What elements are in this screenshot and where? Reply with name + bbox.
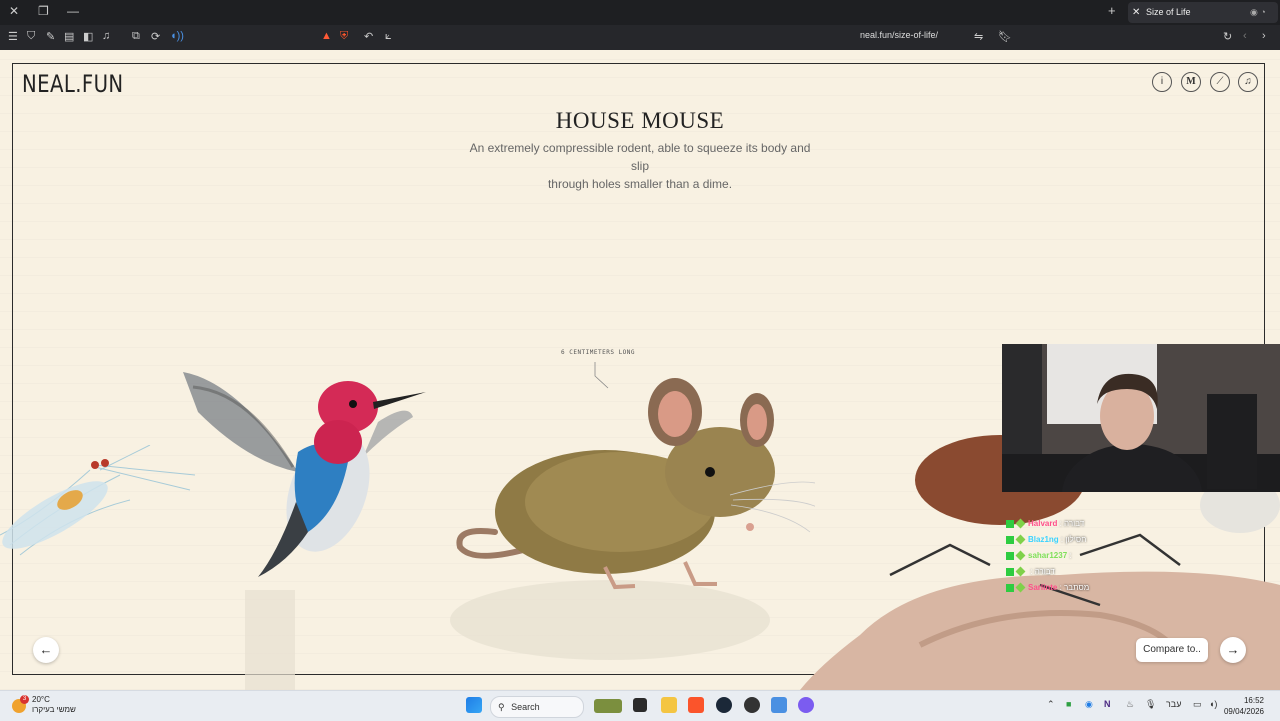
brave-rewards-icon[interactable]: ▲ (321, 30, 332, 42)
description-line-1: An extremely compressible rodent, able t… (469, 141, 811, 173)
medium-icon[interactable]: M (1181, 72, 1201, 92)
weather-desc: שמשי בעיקרו (32, 705, 76, 714)
tab-audio-icon[interactable]: ◉ ◔ (1250, 2, 1266, 23)
next-button[interactable]: → (1220, 637, 1246, 663)
clock-time: 16:52 (1243, 696, 1264, 705)
site-settings-icon[interactable]: ⇋ (974, 30, 983, 43)
browser-title-bar: ✕ ❐ — + ✕ Size of Life ◉ ◔ (0, 0, 1280, 25)
browser-toolbar: ☰ ⛉ ✎ ▤ ◧ ♫ ⧉ ⟳ ◖)) ▲ ⛨ ↶ ⟀ neal.fun/siz… (0, 25, 1280, 50)
reload-icon[interactable]: ↻ (1223, 30, 1232, 43)
active-tab[interactable]: ✕ Size of Life ◉ ◔ (1128, 2, 1278, 23)
chat-message: Blaz1ng : חסילון (1006, 532, 1156, 548)
music-icon[interactable]: ♫ (1238, 72, 1258, 92)
search-icon: ⚲ (498, 702, 505, 712)
creature-description: An extremely compressible rodent, able t… (460, 139, 820, 193)
restore-window-icon[interactable]: ❐ (38, 4, 49, 18)
site-logo[interactable]: NEAL.FUN (22, 70, 124, 98)
clock[interactable]: 16:52 09/04/2026 (1220, 695, 1264, 717)
menu-icon[interactable]: ☰ (8, 30, 18, 43)
tab-title: Size of Life (1146, 7, 1191, 17)
history-icon[interactable]: ↶ (364, 30, 373, 43)
chat-message: Sarlinte : מסתבר (1006, 580, 1156, 596)
chat-message: Halvard : דבורה (1006, 516, 1156, 532)
weather-widget[interactable]: 20°C שמשי בעיקרו (32, 695, 76, 715)
weather-temp: 20°C (32, 695, 50, 704)
webcam-overlay (1002, 344, 1280, 492)
mouse-shadow (450, 580, 770, 660)
bookmark-icon[interactable]: 🔖︎ (998, 30, 1012, 43)
description-line-2: through holes smaller than a dime. (547, 177, 733, 191)
pin-icon[interactable]: ✎ (46, 30, 55, 43)
previous-button[interactable]: ← (33, 637, 59, 663)
chat-message: sahar1237 : (1006, 548, 1156, 564)
search-highlight-icon (594, 699, 622, 713)
tray-network-app-icon[interactable]: ◉ (1085, 699, 1093, 710)
music-icon[interactable]: ♫ (102, 30, 110, 42)
close-window-icon[interactable]: ✕ (9, 4, 19, 18)
volume-icon[interactable]: ◖) (1209, 699, 1217, 709)
display-icon[interactable]: ▭ (1193, 699, 1202, 710)
address-bar[interactable]: neal.fun/size-of-life/ (860, 30, 938, 40)
creature-title: HOUSE MOUSE (555, 108, 725, 133)
screenshot-icon[interactable]: ⧉ (132, 30, 140, 43)
language-indicator[interactable]: עבר (1166, 699, 1181, 709)
tray-notion-icon[interactable]: N (1104, 699, 1111, 709)
minimize-window-icon[interactable]: — (67, 4, 79, 18)
search-label: Search (511, 702, 540, 712)
clock-date: 09/04/2026 (1223, 707, 1264, 716)
task-view-icon[interactable] (633, 698, 647, 712)
discord-icon[interactable] (798, 697, 814, 713)
steam-icon[interactable] (716, 697, 732, 713)
measurement-label: 6 CENTIMETERS LONG (561, 349, 636, 356)
hummingbird-illustration[interactable] (178, 362, 433, 592)
extensions-icon[interactable]: ⟳ (151, 30, 160, 43)
audio-playing-icon[interactable]: ◖)) (170, 30, 184, 42)
microphone-icon[interactable]: 🎙︎ (1145, 699, 1156, 710)
stream-chat: Halvard : דבורה Blaz1ng : חסילון sahar12… (1006, 516, 1156, 596)
info-icon[interactable]: i (1152, 72, 1172, 92)
tabs-icon[interactable]: ▤ (64, 30, 74, 43)
taskbar-search[interactable]: ⚲ Search (490, 696, 584, 718)
webcam-feed (1002, 344, 1280, 492)
compare-to-button[interactable]: Compare to.. (1136, 638, 1208, 662)
ruler-icon[interactable]: ⟋ (1210, 72, 1230, 92)
new-tab-button[interactable]: + (1108, 3, 1116, 18)
forward-icon[interactable]: › (1262, 30, 1266, 42)
obs-icon[interactable] (744, 697, 760, 713)
sidebar-icon[interactable]: ◧ (83, 30, 93, 43)
tray-overflow-icon[interactable]: ⌃ (1047, 699, 1055, 710)
translate-icon[interactable]: ⟀ (385, 30, 392, 43)
chat-message: : דבורה (1006, 564, 1156, 580)
windows-taskbar: 3 20°C שמשי בעיקרו ⚲ Search ⌃ ■ ◉ N ♨ 🎙︎… (0, 690, 1280, 721)
hummingbird-shadow (245, 590, 295, 690)
brave-browser-icon[interactable] (688, 697, 704, 713)
start-icon[interactable] (466, 697, 482, 713)
tray-app2-icon[interactable]: ♨ (1126, 699, 1134, 710)
krill-illustration[interactable] (0, 445, 200, 575)
close-tab-icon[interactable]: ✕ (1132, 2, 1140, 23)
back-icon[interactable]: ‹ (1243, 30, 1247, 42)
tray-app-icon[interactable]: ■ (1066, 699, 1071, 709)
app-icon[interactable] (771, 697, 787, 713)
brave-shields-icon[interactable]: ⛨ (340, 30, 348, 43)
shield-icon[interactable]: ⛉ (27, 30, 35, 43)
weather-badge: 3 (20, 695, 29, 704)
file-explorer-icon[interactable] (661, 697, 677, 713)
house-mouse-illustration[interactable] (455, 372, 815, 592)
